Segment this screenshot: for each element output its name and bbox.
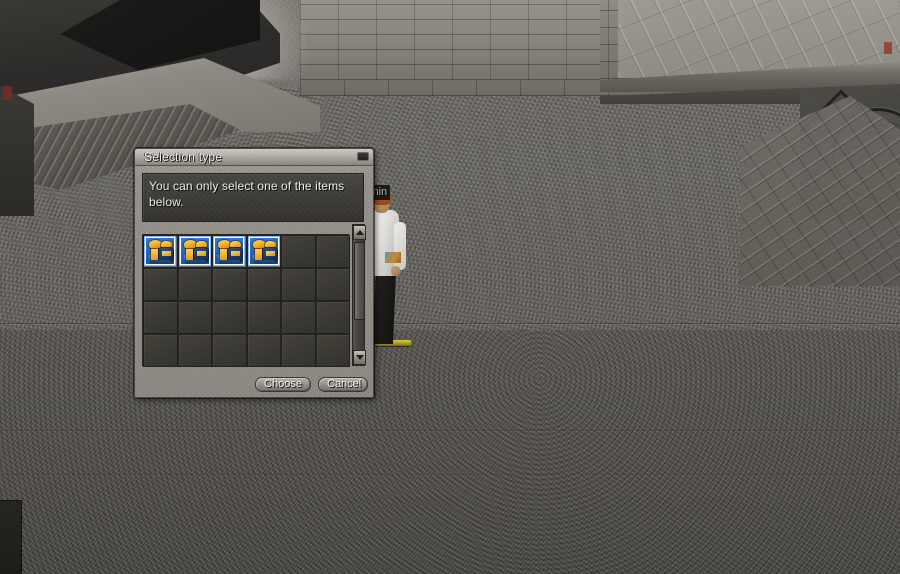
arrow-up-icon bbox=[355, 230, 364, 235]
item-icon-detail bbox=[231, 251, 240, 256]
item-slot-filled[interactable] bbox=[246, 235, 281, 268]
item-slot-empty[interactable] bbox=[143, 301, 178, 334]
item-slot-empty[interactable] bbox=[177, 268, 212, 301]
dialog-title: Selection type bbox=[144, 150, 223, 164]
item-slot-empty[interactable] bbox=[143, 334, 178, 367]
dialog-message-box: You can only select one of the items bel… bbox=[142, 173, 364, 222]
item-slot-empty[interactable] bbox=[315, 268, 350, 301]
floor-seam bbox=[0, 430, 900, 431]
left-red-marker bbox=[3, 86, 12, 100]
arrow-down-icon bbox=[355, 355, 364, 360]
close-icon[interactable] bbox=[357, 152, 369, 161]
item-slot-empty[interactable] bbox=[281, 268, 316, 301]
item-slot-filled[interactable] bbox=[177, 235, 212, 268]
item-slot-empty[interactable] bbox=[315, 301, 350, 334]
item-icon-detail bbox=[184, 260, 206, 264]
item-slot-empty[interactable] bbox=[143, 268, 178, 301]
item-slot-empty[interactable] bbox=[212, 334, 247, 367]
item-slot-empty[interactable] bbox=[177, 301, 212, 334]
item-grid-scrollbar[interactable] bbox=[352, 224, 366, 366]
character-belt bbox=[385, 252, 401, 263]
item-slot-empty[interactable] bbox=[315, 334, 350, 367]
item-slot-empty[interactable] bbox=[281, 235, 316, 268]
item-slot-empty[interactable] bbox=[281, 334, 316, 367]
right-red-marker bbox=[884, 42, 892, 54]
item-slot-empty[interactable] bbox=[212, 268, 247, 301]
bottom-left-shadow-box bbox=[0, 500, 22, 574]
floor-seam bbox=[0, 474, 900, 475]
dialog-message-text: You can only select one of the items bel… bbox=[149, 179, 345, 209]
back-wall-brick-upper bbox=[300, 0, 600, 80]
item-slot-empty[interactable] bbox=[315, 235, 350, 268]
choose-button[interactable]: Choose bbox=[255, 377, 311, 392]
scrollbar-thumb[interactable] bbox=[354, 242, 365, 320]
scroll-up-button[interactable] bbox=[353, 225, 366, 240]
item-slot-empty[interactable] bbox=[281, 301, 316, 334]
item-icon-detail bbox=[162, 251, 171, 256]
blue-gold-item-icon[interactable] bbox=[248, 237, 279, 265]
blue-gold-item-icon[interactable] bbox=[179, 237, 210, 265]
left-dark-column bbox=[0, 86, 34, 216]
item-slot-empty[interactable] bbox=[246, 301, 281, 334]
item-slot-empty[interactable] bbox=[246, 334, 281, 367]
item-slot-empty[interactable] bbox=[212, 301, 247, 334]
item-icon-detail bbox=[196, 251, 206, 256]
item-slot-empty[interactable] bbox=[246, 268, 281, 301]
blue-gold-item-icon[interactable] bbox=[214, 237, 244, 265]
item-icon-detail bbox=[150, 260, 171, 264]
item-slot-filled[interactable] bbox=[143, 235, 178, 268]
item-slot-empty[interactable] bbox=[177, 334, 212, 367]
dialog-titlebar[interactable]: Selection type bbox=[135, 149, 373, 166]
item-icon-detail bbox=[253, 260, 275, 264]
game-screen: Admin Selection type You can only select… bbox=[0, 0, 900, 574]
blue-gold-item-icon[interactable] bbox=[145, 237, 175, 265]
item-slot-filled[interactable] bbox=[212, 235, 247, 268]
item-icon-detail bbox=[219, 260, 240, 264]
item-grid[interactable] bbox=[142, 234, 350, 367]
character-legs bbox=[372, 272, 396, 344]
item-icon-detail bbox=[265, 251, 275, 256]
selection-type-dialog: Selection type You can only select one o… bbox=[134, 148, 374, 398]
cancel-button[interactable]: Cancel bbox=[318, 377, 368, 392]
scroll-down-button[interactable] bbox=[353, 350, 366, 365]
character-hand bbox=[391, 266, 400, 276]
